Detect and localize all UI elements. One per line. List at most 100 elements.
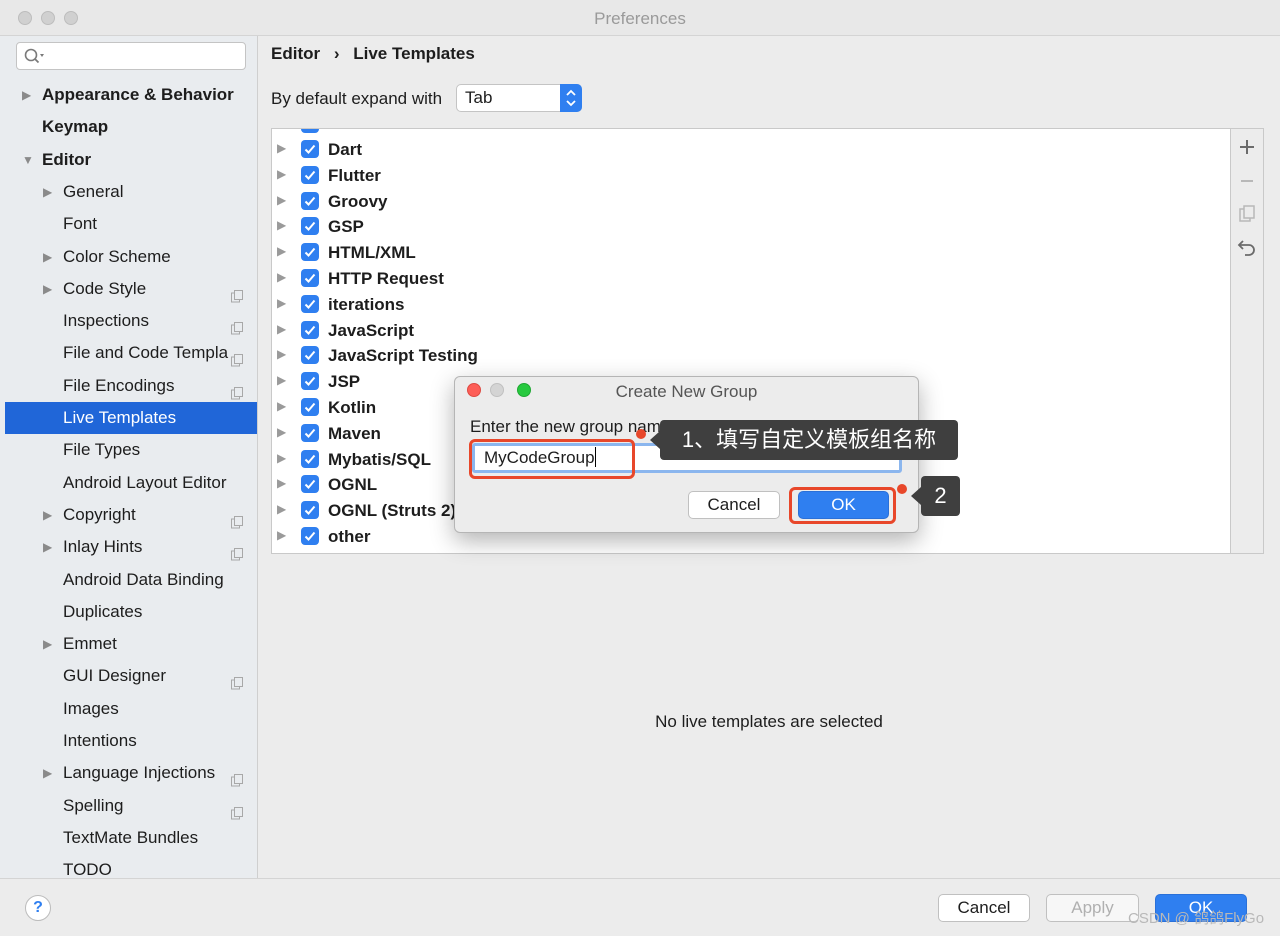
checkbox[interactable] <box>301 398 319 416</box>
add-icon[interactable] <box>1237 137 1257 157</box>
template-group-name: Mybatis/SQL <box>328 449 431 469</box>
collapsed-arrow-icon[interactable]: ▶ <box>43 757 52 789</box>
checkbox[interactable] <box>301 269 319 287</box>
sidebar-item-font[interactable]: Font <box>0 208 257 240</box>
list-item[interactable]: ▶ Groovy <box>272 189 1230 215</box>
window-titlebar: Preferences <box>0 0 1280 36</box>
collapsed-arrow-icon[interactable]: ▶ <box>277 502 286 516</box>
collapsed-arrow-icon[interactable]: ▶ <box>43 628 52 660</box>
sidebar-item-file-encodings[interactable]: File Encodings <box>0 370 257 402</box>
collapsed-arrow-icon[interactable]: ▶ <box>277 322 286 336</box>
cancel-button[interactable]: Cancel <box>938 894 1030 922</box>
sidebar-item-appearance-behavior[interactable]: ▶ Appearance & Behavior <box>0 79 257 111</box>
sidebar-item-gui-designer[interactable]: GUI Designer <box>0 660 257 692</box>
list-item[interactable]: ▶ JavaScript <box>272 318 1230 344</box>
sidebar-item-color-scheme[interactable]: ▶ Color Scheme <box>0 241 257 273</box>
collapsed-arrow-icon[interactable]: ▶ <box>43 531 52 563</box>
checkbox[interactable] <box>301 243 319 262</box>
checkbox[interactable] <box>301 140 319 158</box>
checkbox[interactable] <box>301 475 319 494</box>
project-scope-icon <box>231 314 244 335</box>
collapsed-arrow-icon[interactable]: ▶ <box>277 425 286 439</box>
collapsed-arrow-icon[interactable]: ▶ <box>277 193 286 207</box>
sidebar-item-language-injections[interactable]: ▶ Language Injections <box>0 757 257 789</box>
list-item[interactable]: ▶ HTML/XML <box>272 240 1230 266</box>
collapsed-arrow-icon[interactable]: ▶ <box>277 373 286 387</box>
list-item[interactable]: ▶ Dart <box>272 137 1230 163</box>
sidebar-item-android-layout-editor[interactable]: Android Layout Editor <box>0 467 257 499</box>
expand-with-select[interactable]: Tab <box>456 84 582 112</box>
collapsed-arrow-icon[interactable]: ▶ <box>277 399 286 413</box>
sidebar-item-code-style[interactable]: ▶ Code Style <box>0 273 257 305</box>
list-item[interactable]: ▶ JavaScript Testing <box>272 343 1230 369</box>
template-group-name: JavaScript <box>328 320 414 340</box>
project-scope-icon <box>231 669 244 690</box>
collapsed-arrow-icon[interactable]: ▶ <box>43 176 52 208</box>
checkbox[interactable] <box>301 423 319 442</box>
project-scope-icon <box>231 540 244 561</box>
sidebar-item-inspections[interactable]: Inspections <box>0 305 257 337</box>
project-scope-icon <box>231 508 244 529</box>
collapsed-arrow-icon[interactable]: ▶ <box>277 528 286 542</box>
collapsed-arrow-icon[interactable]: ▶ <box>43 241 52 273</box>
collapsed-arrow-icon[interactable]: ▶ <box>277 218 286 232</box>
sidebar-item-label: Inlay Hints <box>63 537 143 557</box>
checkbox[interactable] <box>301 372 319 391</box>
collapsed-arrow-icon[interactable]: ▶ <box>277 141 286 155</box>
list-item[interactable]: ▶ Flutter <box>272 163 1230 189</box>
checkbox[interactable] <box>301 165 319 184</box>
sidebar-item-keymap[interactable]: Keymap <box>0 111 257 143</box>
collapsed-arrow-icon[interactable]: ▶ <box>277 347 286 361</box>
dialog-cancel-button[interactable]: Cancel <box>688 491 780 519</box>
sidebar-item-android-data-binding[interactable]: Android Data Binding <box>0 564 257 596</box>
template-group-name: GSP <box>328 217 364 237</box>
collapsed-arrow-icon[interactable]: ▶ <box>277 476 286 490</box>
list-item[interactable]: ▶ GSP <box>272 214 1230 240</box>
sidebar-item-live-templates[interactable]: Live Templates <box>5 402 257 434</box>
collapsed-arrow-icon[interactable]: ▶ <box>277 167 286 181</box>
collapsed-arrow-icon[interactable]: ▶ <box>277 451 286 465</box>
copy-icon[interactable] <box>1237 204 1257 224</box>
checkbox[interactable] <box>301 320 319 339</box>
checkbox[interactable] <box>301 346 319 365</box>
checkbox[interactable] <box>301 501 319 520</box>
checkbox[interactable] <box>301 527 319 545</box>
sidebar-item-textmate-bundles[interactable]: TextMate Bundles <box>0 822 257 854</box>
sidebar-item-todo[interactable]: TODO <box>0 854 257 878</box>
checkbox[interactable] <box>301 449 319 468</box>
project-scope-icon <box>231 799 244 820</box>
undo-icon[interactable] <box>1237 237 1257 257</box>
collapsed-arrow-icon[interactable]: ▶ <box>43 499 52 531</box>
list-item[interactable]: ▶ iterations <box>272 292 1230 318</box>
sidebar-item-emmet[interactable]: ▶ Emmet <box>0 628 257 660</box>
sidebar-item-spelling[interactable]: Spelling <box>0 790 257 822</box>
collapsed-arrow-icon[interactable]: ▶ <box>277 244 286 258</box>
project-scope-icon <box>231 766 244 787</box>
list-item[interactable]: ▶ HTTP Request <box>272 266 1230 292</box>
sidebar-item-inlay-hints[interactable]: ▶ Inlay Hints <box>0 531 257 563</box>
collapsed-arrow-icon[interactable]: ▶ <box>277 296 286 310</box>
checkbox[interactable] <box>301 217 319 236</box>
collapsed-arrow-icon[interactable]: ▶ <box>43 273 52 305</box>
checkbox[interactable] <box>301 294 319 313</box>
collapsed-arrow-icon[interactable]: ▶ <box>277 270 286 284</box>
breadcrumb-parent[interactable]: Editor <box>271 44 320 63</box>
collapsed-arrow-icon[interactable]: ▶ <box>22 79 31 111</box>
template-group-name: Dart <box>328 140 363 159</box>
sidebar-item-duplicates[interactable]: Duplicates <box>0 596 257 628</box>
sidebar-item-general[interactable]: ▶ General <box>0 176 257 208</box>
sidebar-item-intentions[interactable]: Intentions <box>0 725 257 757</box>
sidebar-item-images[interactable]: Images <box>0 693 257 725</box>
template-group-name: Groovy <box>328 191 388 211</box>
input-highlight-box <box>469 439 635 479</box>
sidebar-item-editor[interactable]: ▼ Editor <box>0 144 257 176</box>
remove-icon[interactable] <box>1237 171 1257 191</box>
search-input[interactable] <box>16 42 246 70</box>
help-button[interactable]: ? <box>25 895 51 921</box>
sidebar-item-file-types[interactable]: File Types <box>0 434 257 466</box>
expanded-arrow-icon[interactable]: ▼ <box>22 144 34 176</box>
sidebar-item-file-and-code-templa[interactable]: File and Code Templa <box>0 337 257 369</box>
checkbox[interactable] <box>301 191 319 210</box>
sidebar-item-copyright[interactable]: ▶ Copyright <box>0 499 257 531</box>
apply-button[interactable]: Apply <box>1046 894 1139 922</box>
